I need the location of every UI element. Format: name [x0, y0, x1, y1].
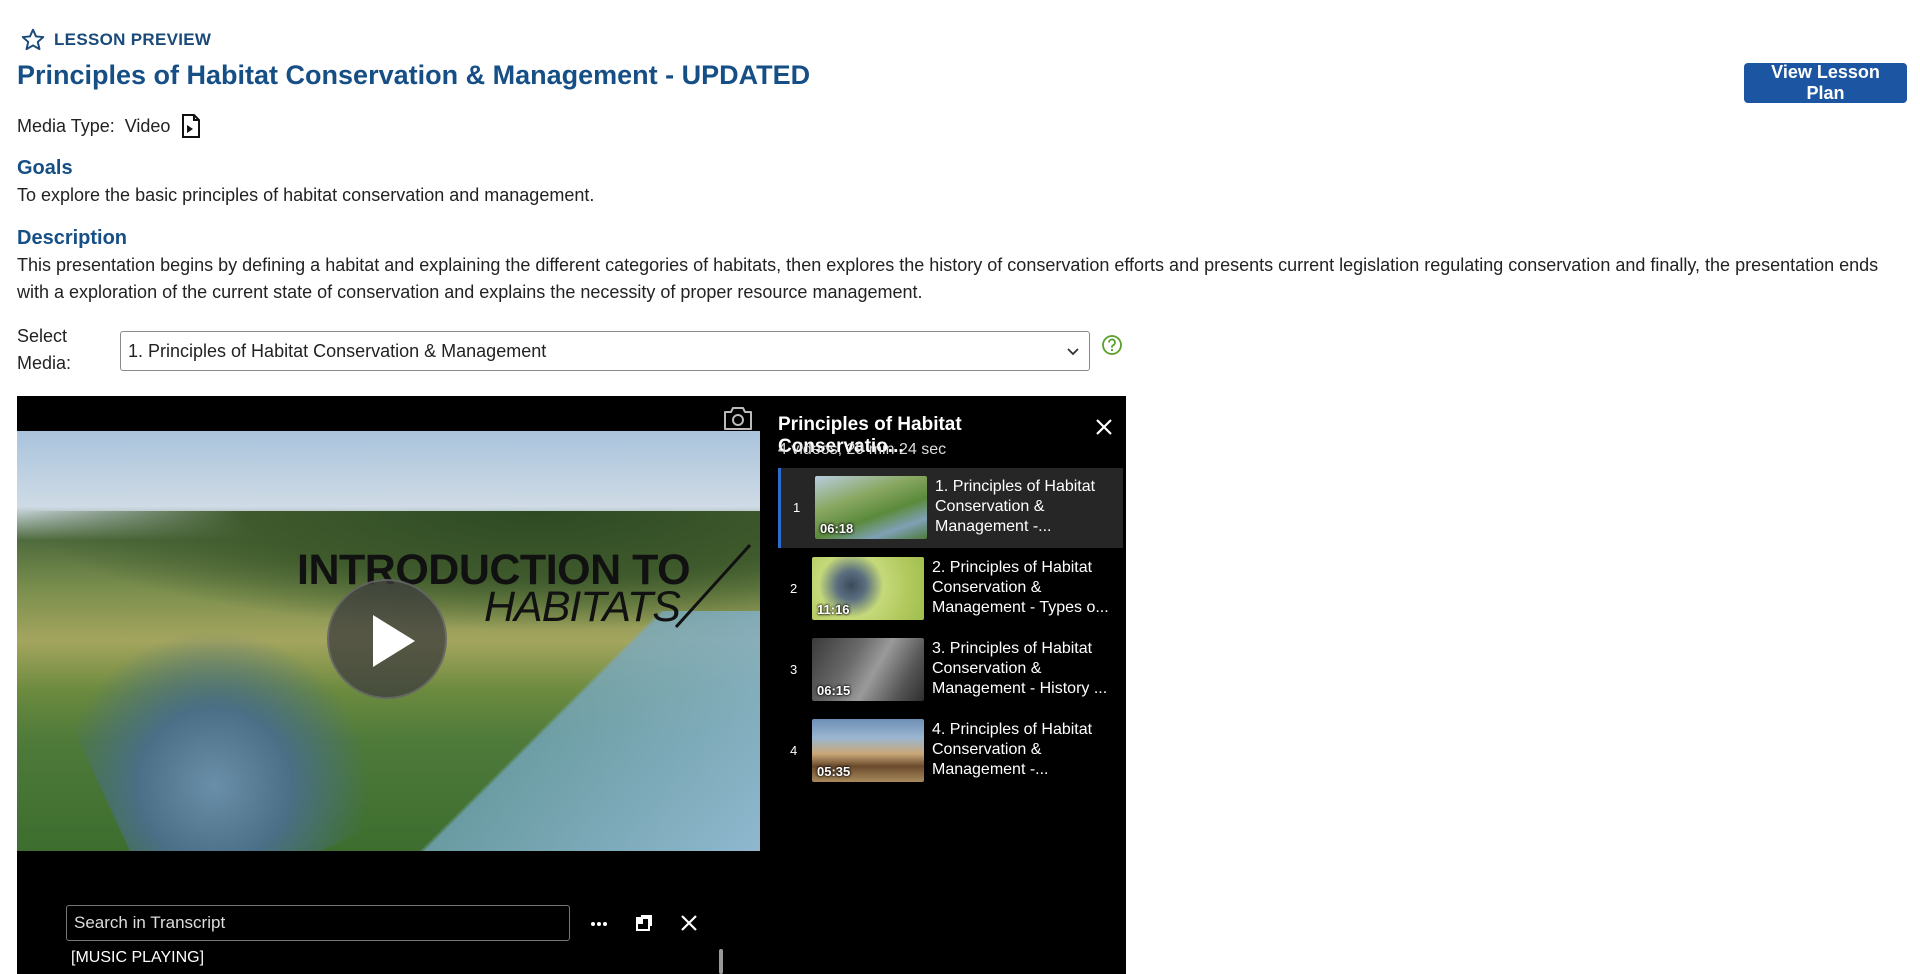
playlist-item-label: 1. Principles of Habitat Conservation & …: [935, 478, 1096, 535]
star-icon: [21, 28, 45, 51]
playlist-item[interactable]: 4 05:35 4. Principles of Habitat Conserv…: [778, 711, 1123, 791]
media-select-value: 1. Principles of Habitat Conservation & …: [128, 340, 547, 361]
view-lesson-plan-button[interactable]: View Lesson Plan: [1744, 62, 1907, 103]
document-icon: [182, 114, 201, 138]
playlist-item-label: 4. Principles of Habitat Conservation & …: [932, 721, 1093, 778]
playlist-thumbnail: 06:15: [812, 638, 924, 701]
page-title: Principles of Habitat Conservation & Man…: [17, 60, 811, 90]
play-button[interactable]: [327, 579, 447, 699]
playlist-thumbnail: 05:35: [812, 719, 924, 782]
video-frame[interactable]: INTRODUCTION TO HABITATS: [17, 431, 760, 851]
playlist-thumbnail: 11:16: [812, 557, 924, 620]
playlist-item-number: 1: [793, 500, 801, 515]
more-options-icon[interactable]: [589, 914, 609, 934]
playlist-item-duration: 11:16: [817, 602, 850, 617]
description-text: This presentation begins by defining a h…: [17, 255, 1879, 302]
transcript-line: [MUSIC PLAYING]: [71, 949, 205, 966]
goals-heading: Goals: [17, 157, 73, 179]
media-type-value: Video: [124, 115, 171, 136]
playlist-thumbnail: 06:18: [815, 476, 927, 539]
title-slash-decoration: [674, 543, 752, 629]
select-media-label: Select Media:: [17, 326, 72, 373]
media-type-row: Media Type: Video: [17, 114, 202, 138]
close-transcript-icon[interactable]: [679, 913, 699, 933]
playlist-item-duration: 06:18: [820, 521, 854, 536]
close-icon[interactable]: [1095, 418, 1113, 436]
video-player[interactable]: INTRODUCTION TO HABITATS Principles of H…: [17, 396, 1126, 974]
transcript-scrollbar[interactable]: [719, 949, 723, 974]
playlist-item[interactable]: 1 06:18 1. Principles of Habitat Conserv…: [778, 468, 1123, 548]
playlist-item-duration: 06:15: [817, 683, 851, 698]
playlist-item-label: 3. Principles of Habitat Conservation & …: [932, 640, 1108, 697]
playlist-item[interactable]: 2 11:16 2. Principles of Habitat Conserv…: [778, 549, 1123, 629]
playlist-item-number: 2: [790, 581, 798, 596]
preview-label-text: LESSON PREVIEW: [54, 30, 212, 49]
playlist-item-duration: 05:35: [817, 764, 851, 779]
chevron-down-icon: [1067, 348, 1079, 356]
description-heading: Description: [17, 227, 128, 249]
playlist-item-label: 2. Principles of Habitat Conservation & …: [932, 559, 1109, 616]
playlist-meta: 4 videos, 29 min 24 sec: [778, 441, 947, 458]
video-title-line2: HABITATS: [484, 583, 681, 631]
lesson-preview-label: LESSON PREVIEW: [20, 27, 211, 53]
media-type-label: Media Type:: [17, 115, 115, 136]
play-icon: [373, 615, 415, 667]
playlist-item-number: 3: [790, 662, 798, 677]
goals-text: To explore the basic principles of habit…: [17, 185, 595, 205]
camera-icon[interactable]: [722, 404, 754, 432]
media-select[interactable]: 1. Principles of Habitat Conservation & …: [120, 331, 1090, 371]
playlist-item[interactable]: 3 06:15 3. Principles of Habitat Conserv…: [778, 630, 1123, 710]
popout-icon[interactable]: [634, 913, 654, 933]
transcript-search-input[interactable]: [66, 905, 570, 941]
help-icon[interactable]: [1101, 334, 1123, 356]
playlist-item-number: 4: [790, 743, 798, 758]
